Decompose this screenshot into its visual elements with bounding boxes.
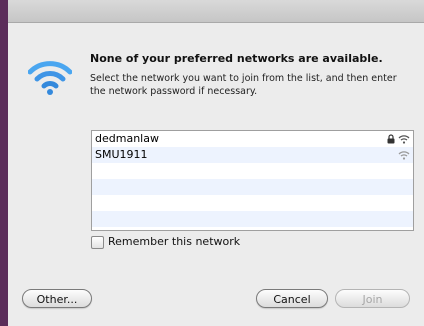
signal-icon	[398, 151, 410, 160]
remember-label: Remember this network	[108, 235, 241, 248]
network-name: SMU1911	[95, 148, 148, 161]
cancel-button[interactable]: Cancel	[256, 289, 328, 308]
empty-row	[92, 211, 413, 227]
remember-checkbox[interactable]	[91, 236, 104, 249]
lock-icon	[387, 134, 395, 144]
empty-row	[92, 179, 413, 195]
signal-icon	[398, 135, 410, 144]
empty-row	[92, 195, 413, 211]
network-name: dedmanlaw	[95, 132, 159, 145]
empty-row	[92, 163, 413, 179]
network-dialog: None of your preferred networks are avai…	[8, 0, 424, 326]
network-row-dedmanlaw[interactable]: dedmanlaw	[92, 131, 413, 147]
network-list[interactable]: dedmanlaw SMU1911	[91, 130, 414, 231]
other-button[interactable]: Other...	[22, 289, 92, 308]
title-bar	[8, 0, 424, 23]
join-button[interactable]: Join	[335, 289, 410, 308]
wifi-icon	[28, 61, 72, 95]
network-row-smu1911[interactable]: SMU1911	[92, 147, 413, 163]
dialog-description: Select the network you want to join from…	[90, 73, 397, 97]
dialog-title: None of your preferred networks are avai…	[90, 52, 383, 65]
